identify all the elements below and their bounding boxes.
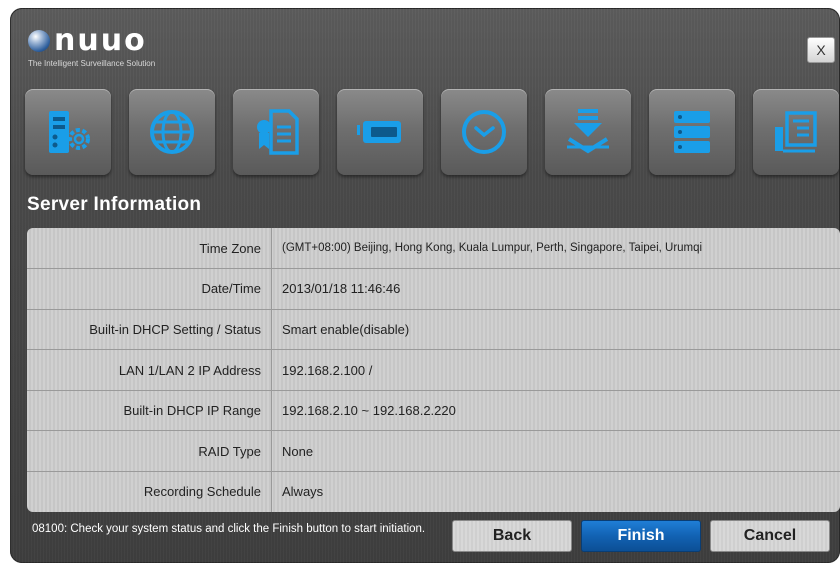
raid-button[interactable] [649, 89, 735, 175]
table-row: Date/Time 2013/01/18 11:46:46 [27, 268, 840, 310]
cancel-button[interactable]: Cancel [710, 520, 830, 552]
table-row: Time Zone (GMT+08:00) Beijing, Hong Kong… [27, 228, 840, 270]
settings-doc-button[interactable] [753, 89, 839, 175]
storage-drive-icon [357, 121, 401, 143]
table-row: Built-in DHCP Setting / Status Smart ena… [27, 309, 840, 351]
settings-document-icon [775, 111, 817, 153]
time-settings-button[interactable] [441, 89, 527, 175]
status-message: 08100: Check your system status and clic… [32, 523, 426, 535]
network-globe-icon [150, 110, 194, 154]
storage-button[interactable] [337, 89, 423, 175]
table-row: Built-in DHCP IP Range 192.168.2.10 ~ 19… [27, 390, 840, 432]
row-label: Recording Schedule [27, 471, 272, 512]
license-button[interactable] [233, 89, 319, 175]
logo-globe-icon [28, 30, 50, 52]
table-row: RAID Type None [27, 430, 840, 473]
row-value: 192.168.2.10 ~ 192.168.2.220 [271, 390, 840, 432]
logo-tagline: The Intelligent Surveillance Solution [28, 59, 156, 68]
row-label: Date/Time [27, 268, 272, 310]
section-title: Server Information [27, 194, 202, 215]
install-button[interactable] [545, 89, 631, 175]
network-button[interactable] [129, 89, 215, 175]
nuuo-logo: nuuo The Intelligent Surveillance Soluti… [28, 26, 155, 68]
row-value: 2013/01/18 11:46:46 [271, 268, 840, 310]
row-label: RAID Type [27, 430, 272, 473]
close-button[interactable]: X [807, 37, 835, 63]
download-install-icon [567, 109, 609, 154]
license-certificate-icon [257, 109, 299, 155]
row-value: (GMT+08:00) Beijing, Hong Kong, Kuala Lu… [271, 228, 840, 270]
raid-stack-icon [674, 111, 710, 153]
setup-wizard-window: nuuo The Intelligent Surveillance Soluti… [10, 8, 840, 563]
row-label: Built-in DHCP IP Range [27, 390, 272, 432]
server-settings-icon [49, 111, 90, 153]
row-label: Time Zone [27, 228, 272, 270]
table-row: LAN 1/LAN 2 IP Address 192.168.2.100 / [27, 349, 840, 391]
logo-text: nuuo [54, 23, 147, 58]
row-value: Always [271, 471, 840, 512]
table-row: Recording Schedule Always [27, 471, 840, 512]
row-label: LAN 1/LAN 2 IP Address [27, 349, 272, 391]
row-value: 192.168.2.100 / [271, 349, 840, 391]
finish-button[interactable]: Finish [581, 520, 701, 552]
clock-icon [462, 110, 506, 154]
back-button[interactable]: Back [452, 520, 572, 552]
row-value: None [271, 430, 840, 473]
server-settings-button[interactable] [25, 89, 111, 175]
row-label: Built-in DHCP Setting / Status [27, 309, 272, 351]
row-value: Smart enable(disable) [271, 309, 840, 351]
server-info-panel: Time Zone (GMT+08:00) Beijing, Hong Kong… [27, 228, 840, 512]
server-info-table: Time Zone (GMT+08:00) Beijing, Hong Kong… [27, 228, 840, 512]
